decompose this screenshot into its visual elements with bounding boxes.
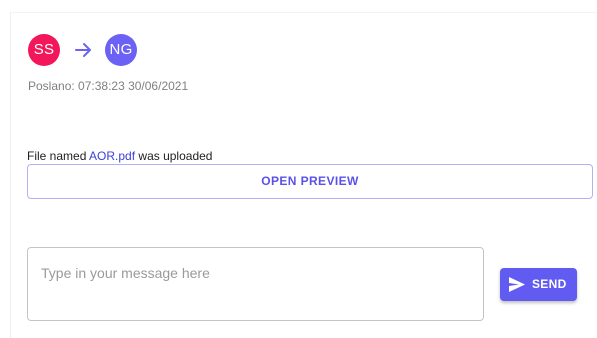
send-icon bbox=[509, 277, 525, 292]
send-label: SEND bbox=[532, 277, 567, 291]
arrow-right-icon bbox=[75, 43, 91, 57]
sender-avatar: SS bbox=[28, 34, 60, 66]
recipient-avatar: NG bbox=[105, 34, 137, 66]
sent-timestamp: Poslano: 07:38:23 30/06/2021 bbox=[28, 79, 189, 93]
file-notice-prefix: File named bbox=[27, 149, 90, 163]
file-link[interactable]: AOR.pdf bbox=[89, 149, 135, 163]
message-panel: SS NG Poslano: 07:38:23 30/06/2021 File … bbox=[10, 12, 597, 338]
open-preview-button[interactable]: OPEN PREVIEW bbox=[27, 164, 593, 199]
send-button[interactable]: SEND bbox=[500, 268, 577, 301]
file-upload-notice: File named AOR.pdf was uploaded bbox=[27, 149, 212, 163]
message-field[interactable] bbox=[27, 247, 484, 321]
file-notice-suffix: was uploaded bbox=[135, 149, 213, 163]
message-input[interactable] bbox=[28, 248, 483, 320]
